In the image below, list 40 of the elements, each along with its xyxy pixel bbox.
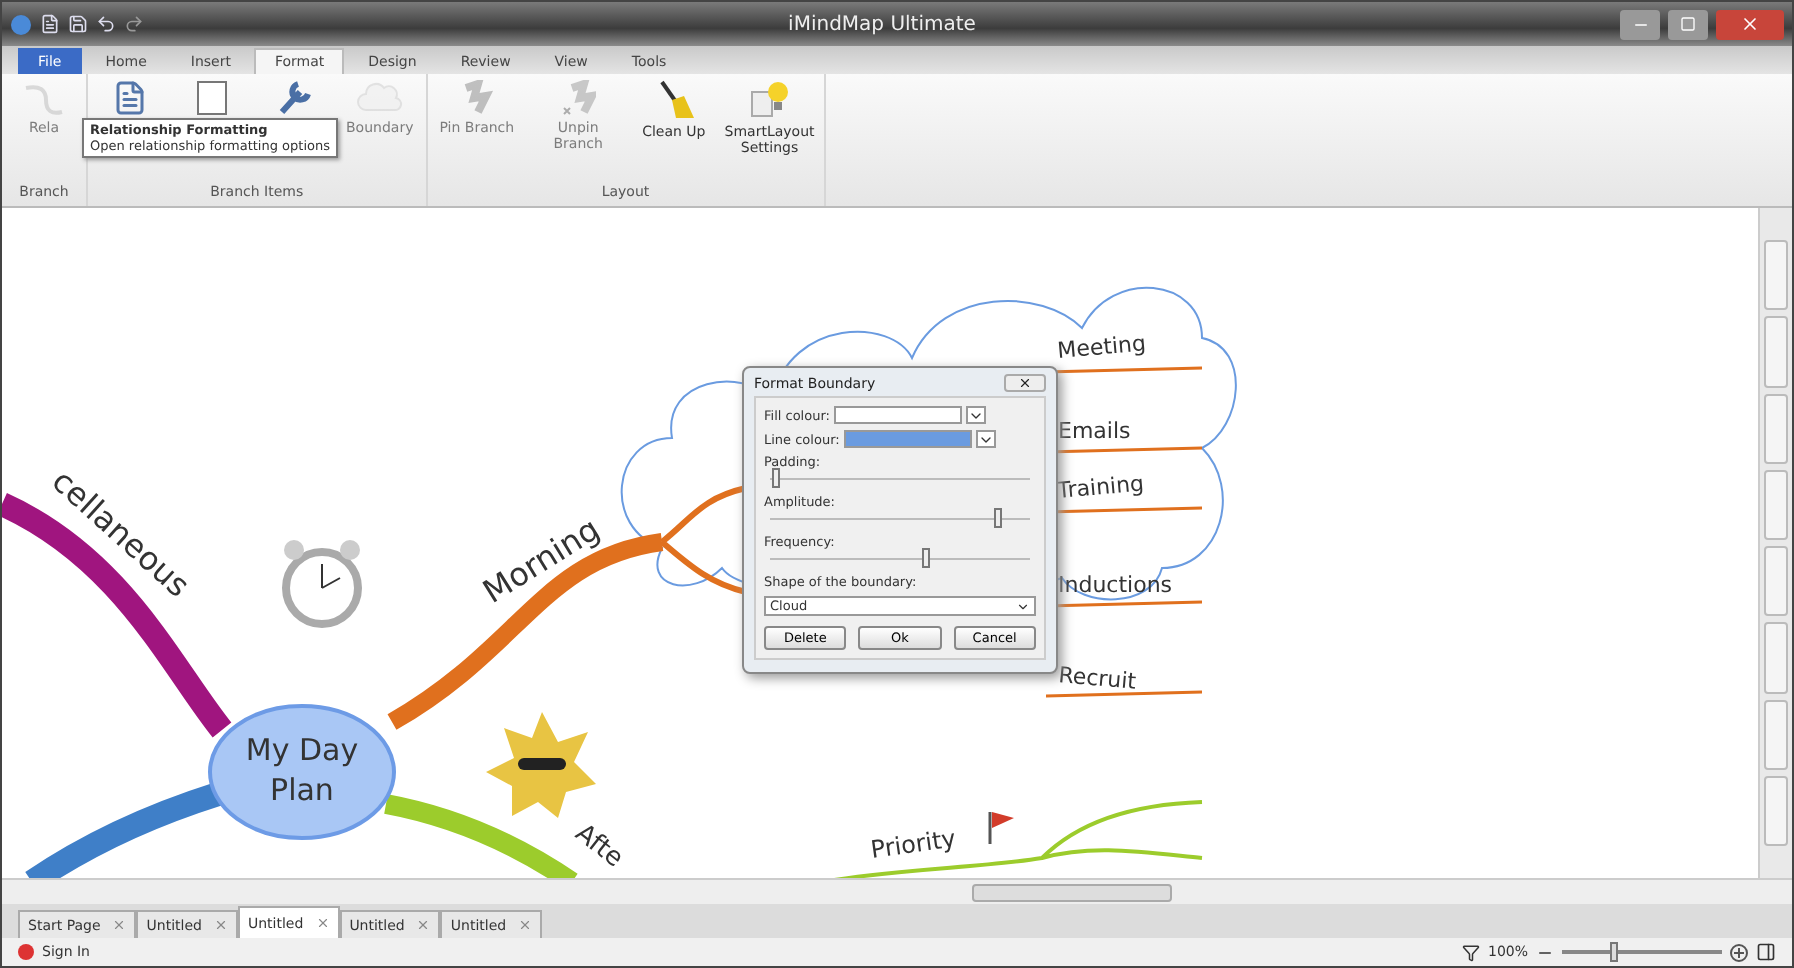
- topic-label[interactable]: Emails: [1058, 418, 1131, 444]
- sun-with-sunglasses-icon: [486, 712, 596, 818]
- app-icon[interactable]: [10, 13, 32, 35]
- minimize-button[interactable]: [1620, 9, 1660, 39]
- chevron-down-icon[interactable]: [1016, 599, 1030, 613]
- slider-thumb[interactable]: [994, 508, 1003, 528]
- window-title: iMindMap Ultimate: [786, 13, 978, 35]
- topic-label[interactable]: Meeting: [1056, 330, 1147, 364]
- cloud-icon: [355, 80, 404, 116]
- panel-icon[interactable]: [1756, 942, 1776, 962]
- undo-icon[interactable]: [96, 14, 116, 34]
- close-button[interactable]: [1716, 9, 1784, 39]
- new-icon[interactable]: [40, 14, 60, 34]
- filter-icon[interactable]: [1461, 943, 1480, 961]
- scrollbar-thumb[interactable]: [972, 883, 1172, 901]
- topic-label[interactable]: Training: [1056, 470, 1145, 504]
- curve-icon: [22, 80, 66, 116]
- sign-in-icon[interactable]: [18, 944, 34, 960]
- topic-label[interactable]: Priority: [868, 824, 958, 864]
- lightbulb-icon: [747, 80, 792, 120]
- zoom-in-icon[interactable]: [1730, 943, 1748, 961]
- sub-branch-line[interactable]: [1045, 690, 1203, 698]
- branch-label[interactable]: Afte: [569, 818, 629, 875]
- alarm-clock-icon: [282, 540, 362, 628]
- redo-icon[interactable]: [124, 14, 144, 34]
- save-icon[interactable]: [68, 14, 88, 34]
- horizontal-scrollbar[interactable]: [2, 878, 1792, 904]
- flag-icon: [988, 812, 1014, 844]
- branch-line[interactable]: [25, 782, 222, 878]
- zoom-slider-thumb[interactable]: [1610, 942, 1618, 962]
- topic-label[interactable]: Recruit: [1057, 662, 1138, 695]
- close-icon[interactable]: [1018, 376, 1032, 390]
- central-topic[interactable]: [208, 704, 396, 840]
- maximize-icon[interactable]: [1680, 16, 1696, 32]
- slider-thumb[interactable]: [922, 548, 930, 568]
- wrench-icon: [276, 80, 312, 116]
- slider-thumb[interactable]: [771, 468, 780, 488]
- document-icon: [112, 80, 148, 116]
- maximize-button[interactable]: [1668, 9, 1708, 39]
- dialog-close-button[interactable]: [1004, 374, 1046, 392]
